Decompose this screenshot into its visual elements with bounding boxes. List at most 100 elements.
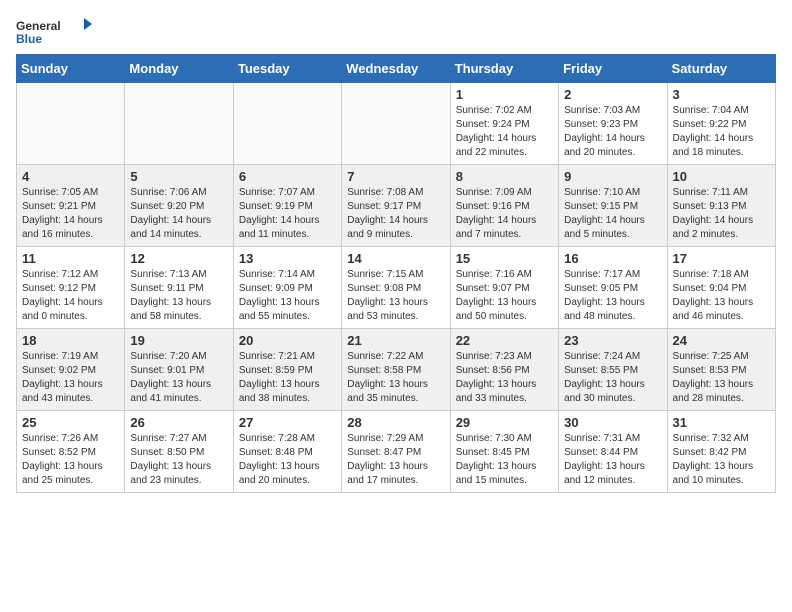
calendar-week-row: 11 Sunrise: 7:12 AM Sunset: 9:12 PM Dayli… xyxy=(17,247,776,329)
day-info: Sunrise: 7:32 AM Sunset: 8:42 PM Dayligh… xyxy=(673,432,770,488)
calendar-cell: 13 Sunrise: 7:14 AM Sunset: 9:09 PM Dayli… xyxy=(233,247,341,329)
calendar-cell: 14 Sunrise: 7:15 AM Sunset: 9:08 PM Dayli… xyxy=(342,247,450,329)
day-info: Sunrise: 7:05 AM Sunset: 9:21 PM Dayligh… xyxy=(22,186,119,242)
calendar-cell: 17Sunrise: 7:18 AM Sunset: 9:04 PM Dayli… xyxy=(667,247,775,329)
svg-text:General: General xyxy=(16,19,61,33)
day-info: Sunrise: 7:17 AM Sunset: 9:05 PM Dayligh… xyxy=(564,268,661,324)
day-number: 9 xyxy=(564,169,661,184)
day-info: Sunrise: 7:15 AM Sunset: 9:08 PM Dayligh… xyxy=(347,268,444,324)
calendar-cell: 3 Sunrise: 7:04 AM Sunset: 9:22 PM Daylig… xyxy=(667,83,775,165)
col-header-friday: Friday xyxy=(559,55,667,83)
day-info: Sunrise: 7:31 AM Sunset: 8:44 PM Dayligh… xyxy=(564,432,661,488)
day-number: 12 xyxy=(130,251,227,266)
calendar-week-row: 1 Sunrise: 7:02 AM Sunset: 9:24 PM Daylig… xyxy=(17,83,776,165)
day-info: Sunrise: 7:14 AM Sunset: 9:09 PM Dayligh… xyxy=(239,268,336,324)
col-header-wednesday: Wednesday xyxy=(342,55,450,83)
calendar-cell: 9 Sunrise: 7:10 AM Sunset: 9:15 PM Daylig… xyxy=(559,165,667,247)
day-info: Sunrise: 7:13 AM Sunset: 9:11 PM Dayligh… xyxy=(130,268,227,324)
calendar-cell: 18 Sunrise: 7:19 AM Sunset: 9:02 PM Dayli… xyxy=(17,329,125,411)
calendar-cell: 28Sunrise: 7:29 AM Sunset: 8:47 PM Dayli… xyxy=(342,411,450,493)
day-number: 18 xyxy=(22,333,119,348)
header: General Blue xyxy=(16,16,776,46)
calendar-cell: 7Sunrise: 7:08 AM Sunset: 9:17 PM Daylig… xyxy=(342,165,450,247)
day-number: 21 xyxy=(347,333,444,348)
calendar-cell: 26 Sunrise: 7:27 AM Sunset: 8:50 PM Dayli… xyxy=(125,411,233,493)
day-info: Sunrise: 7:20 AM Sunset: 9:01 PM Dayligh… xyxy=(130,350,227,406)
day-number: 29 xyxy=(456,415,553,430)
day-info: Sunrise: 7:11 AM Sunset: 9:13 PM Dayligh… xyxy=(673,186,770,242)
day-number: 22 xyxy=(456,333,553,348)
day-info: Sunrise: 7:21 AM Sunset: 8:59 PM Dayligh… xyxy=(239,350,336,406)
day-info: Sunrise: 7:03 AM Sunset: 9:23 PM Dayligh… xyxy=(564,104,661,160)
calendar-cell: 16 Sunrise: 7:17 AM Sunset: 9:05 PM Dayli… xyxy=(559,247,667,329)
day-number: 2 xyxy=(564,87,661,102)
day-info: Sunrise: 7:10 AM Sunset: 9:15 PM Dayligh… xyxy=(564,186,661,242)
day-info: Sunrise: 7:09 AM Sunset: 9:16 PM Dayligh… xyxy=(456,186,553,242)
day-number: 8 xyxy=(456,169,553,184)
calendar-cell: 10 Sunrise: 7:11 AM Sunset: 9:13 PM Dayli… xyxy=(667,165,775,247)
svg-text:Blue: Blue xyxy=(16,32,42,46)
day-number: 14 xyxy=(347,251,444,266)
calendar-cell: 1 Sunrise: 7:02 AM Sunset: 9:24 PM Daylig… xyxy=(450,83,558,165)
day-info: Sunrise: 7:12 AM Sunset: 9:12 PM Dayligh… xyxy=(22,268,119,324)
day-number: 13 xyxy=(239,251,336,266)
calendar-week-row: 4 Sunrise: 7:05 AM Sunset: 9:21 PM Daylig… xyxy=(17,165,776,247)
calendar-header-row: SundayMondayTuesdayWednesdayThursdayFrid… xyxy=(17,55,776,83)
day-number: 20 xyxy=(239,333,336,348)
calendar-cell: 23 Sunrise: 7:24 AM Sunset: 8:55 PM Dayli… xyxy=(559,329,667,411)
calendar-cell: 19 Sunrise: 7:20 AM Sunset: 9:01 PM Dayli… xyxy=(125,329,233,411)
day-number: 30 xyxy=(564,415,661,430)
day-info: Sunrise: 7:22 AM Sunset: 8:58 PM Dayligh… xyxy=(347,350,444,406)
day-info: Sunrise: 7:24 AM Sunset: 8:55 PM Dayligh… xyxy=(564,350,661,406)
day-number: 26 xyxy=(130,415,227,430)
calendar-cell: 8 Sunrise: 7:09 AM Sunset: 9:16 PM Daylig… xyxy=(450,165,558,247)
day-info: Sunrise: 7:26 AM Sunset: 8:52 PM Dayligh… xyxy=(22,432,119,488)
col-header-sunday: Sunday xyxy=(17,55,125,83)
calendar-cell: 12 Sunrise: 7:13 AM Sunset: 9:11 PM Dayli… xyxy=(125,247,233,329)
day-info: Sunrise: 7:06 AM Sunset: 9:20 PM Dayligh… xyxy=(130,186,227,242)
calendar-cell: 27Sunrise: 7:28 AM Sunset: 8:48 PM Dayli… xyxy=(233,411,341,493)
day-info: Sunrise: 7:25 AM Sunset: 8:53 PM Dayligh… xyxy=(673,350,770,406)
calendar-cell: 15Sunrise: 7:16 AM Sunset: 9:07 PM Dayli… xyxy=(450,247,558,329)
calendar-cell: 11 Sunrise: 7:12 AM Sunset: 9:12 PM Dayli… xyxy=(17,247,125,329)
calendar-cell: 21 Sunrise: 7:22 AM Sunset: 8:58 PM Dayli… xyxy=(342,329,450,411)
calendar-table: SundayMondayTuesdayWednesdayThursdayFrid… xyxy=(16,54,776,493)
day-number: 6 xyxy=(239,169,336,184)
day-number: 16 xyxy=(564,251,661,266)
calendar-cell: 30 Sunrise: 7:31 AM Sunset: 8:44 PM Dayli… xyxy=(559,411,667,493)
day-number: 19 xyxy=(130,333,227,348)
calendar-cell: 29Sunrise: 7:30 AM Sunset: 8:45 PM Dayli… xyxy=(450,411,558,493)
logo: General Blue xyxy=(16,16,96,46)
day-number: 3 xyxy=(673,87,770,102)
day-number: 5 xyxy=(130,169,227,184)
calendar-cell: 5 Sunrise: 7:06 AM Sunset: 9:20 PM Daylig… xyxy=(125,165,233,247)
day-number: 27 xyxy=(239,415,336,430)
day-info: Sunrise: 7:18 AM Sunset: 9:04 PM Dayligh… xyxy=(673,268,770,324)
col-header-thursday: Thursday xyxy=(450,55,558,83)
day-number: 1 xyxy=(456,87,553,102)
day-number: 25 xyxy=(22,415,119,430)
day-info: Sunrise: 7:02 AM Sunset: 9:24 PM Dayligh… xyxy=(456,104,553,160)
day-number: 31 xyxy=(673,415,770,430)
calendar-week-row: 18 Sunrise: 7:19 AM Sunset: 9:02 PM Dayli… xyxy=(17,329,776,411)
day-info: Sunrise: 7:27 AM Sunset: 8:50 PM Dayligh… xyxy=(130,432,227,488)
day-number: 11 xyxy=(22,251,119,266)
day-number: 28 xyxy=(347,415,444,430)
calendar-cell: 31 Sunrise: 7:32 AM Sunset: 8:42 PM Dayli… xyxy=(667,411,775,493)
calendar-week-row: 25 Sunrise: 7:26 AM Sunset: 8:52 PM Dayli… xyxy=(17,411,776,493)
day-number: 23 xyxy=(564,333,661,348)
col-header-saturday: Saturday xyxy=(667,55,775,83)
day-number: 4 xyxy=(22,169,119,184)
calendar-cell: 24Sunrise: 7:25 AM Sunset: 8:53 PM Dayli… xyxy=(667,329,775,411)
day-info: Sunrise: 7:23 AM Sunset: 8:56 PM Dayligh… xyxy=(456,350,553,406)
calendar-cell: 25 Sunrise: 7:26 AM Sunset: 8:52 PM Dayli… xyxy=(17,411,125,493)
day-info: Sunrise: 7:19 AM Sunset: 9:02 PM Dayligh… xyxy=(22,350,119,406)
calendar-cell xyxy=(17,83,125,165)
col-header-monday: Monday xyxy=(125,55,233,83)
calendar-cell: 22 Sunrise: 7:23 AM Sunset: 8:56 PM Dayli… xyxy=(450,329,558,411)
calendar-cell: 6Sunrise: 7:07 AM Sunset: 9:19 PM Daylig… xyxy=(233,165,341,247)
calendar-cell xyxy=(125,83,233,165)
calendar-cell: 4 Sunrise: 7:05 AM Sunset: 9:21 PM Daylig… xyxy=(17,165,125,247)
day-info: Sunrise: 7:04 AM Sunset: 9:22 PM Dayligh… xyxy=(673,104,770,160)
day-number: 10 xyxy=(673,169,770,184)
